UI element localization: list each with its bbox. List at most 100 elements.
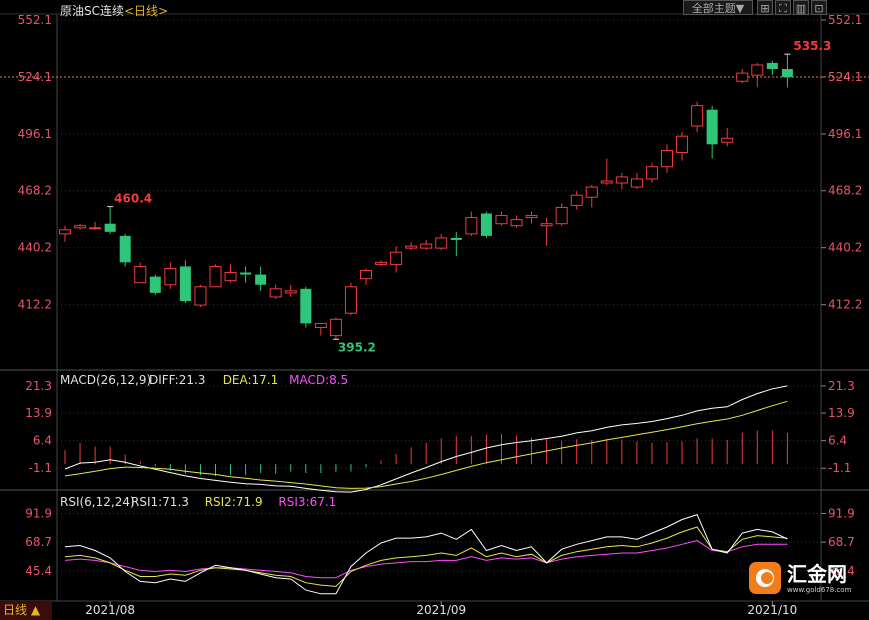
candle-body [149, 276, 161, 293]
candle-body [375, 261, 388, 265]
candle-body [104, 223, 116, 232]
candle-body [676, 135, 689, 153]
price-axis-label-right: 440.2 [828, 241, 862, 255]
low-label: 395.2 [338, 340, 376, 354]
macd-axis-label-left: 21.3 [25, 379, 52, 393]
candle-body [661, 149, 673, 168]
date-label: 2021/09 [416, 603, 466, 617]
date-label: 2021/10 [747, 603, 797, 617]
macd-legend-1: DEA:17.1 [223, 373, 279, 387]
macd-axis-label-left: -1.1 [29, 461, 52, 475]
last-high-label: 535.3 [793, 39, 831, 53]
macd-axis-label-right: -1.1 [828, 461, 851, 475]
settings-icon[interactable]: ⊡ [811, 0, 827, 15]
candle-body [465, 217, 478, 235]
logo: 汇金网 www.gold678.com [745, 560, 859, 598]
candle-body [194, 286, 207, 306]
candle-body [435, 237, 448, 249]
candle-body [450, 237, 462, 240]
rsi1-line [64, 513, 788, 595]
macd-axis-label-right: 13.9 [828, 406, 855, 420]
candle-body [525, 215, 538, 219]
candle-body [766, 62, 778, 70]
candle-body [570, 194, 583, 206]
price-axis-label-left: 552.1 [18, 13, 52, 27]
candle-body [209, 265, 222, 288]
price-axis-label-right: 412.2 [828, 298, 862, 312]
candle-body [691, 105, 704, 127]
diff-line [64, 385, 788, 493]
symbol-name: 原油SC连续 [60, 4, 124, 18]
candle-body [706, 109, 718, 145]
candle-body [420, 243, 433, 249]
logo-icon [749, 562, 781, 594]
candle-body [480, 213, 492, 236]
candle-body [360, 269, 372, 280]
rsi-axis-label-left: 91.9 [25, 506, 52, 520]
price-axis-label-left: 496.1 [18, 127, 52, 141]
price-axis-label-left: 440.2 [18, 241, 52, 255]
candle-body [134, 265, 147, 284]
candle-body [495, 215, 508, 225]
high-label: 460.4 [114, 192, 152, 206]
chart-type-icon[interactable]: ▥ [793, 0, 809, 15]
candle-body [89, 227, 102, 230]
candle-body [224, 272, 237, 282]
price-axis-label-left: 468.2 [18, 184, 52, 198]
candle-body [329, 318, 342, 337]
candle-body [59, 229, 71, 235]
candle-body [721, 137, 734, 143]
date-label: 2021/08 [85, 603, 135, 617]
candle-body [284, 290, 297, 294]
macd-legend-0: DIFF:21.3 [149, 373, 205, 387]
candle-body [119, 235, 131, 263]
candle-body [269, 288, 282, 298]
rsi-legend-1: RSI2:71.9 [205, 495, 263, 509]
candle-body [781, 69, 793, 78]
candle-body [630, 178, 643, 188]
price-axis-label-left: 412.2 [18, 298, 52, 312]
macd-axis-label-right: 6.4 [828, 434, 847, 448]
candle-body [645, 166, 658, 180]
price-axis-label-right: 496.1 [828, 127, 862, 141]
chart-canvas: 552.1552.1524.1524.1496.1496.1468.2468.2… [0, 13, 869, 617]
theme-button[interactable]: 全部主题▼ [683, 0, 753, 15]
candle-body [540, 223, 553, 227]
rsi-legend-2: RSI3:67.1 [278, 495, 336, 509]
candle-body [255, 274, 267, 285]
candle-body [390, 251, 403, 265]
rsi-axis-label-right: 91.9 [828, 506, 855, 520]
macd-axis-label-right: 21.3 [828, 379, 855, 393]
rsi-legend-0: RSI1:71.3 [131, 495, 189, 509]
candle-body [510, 219, 523, 227]
rsi-axis-label-left: 68.7 [25, 535, 52, 549]
candle-body [344, 286, 357, 314]
rsi3-line [64, 540, 788, 579]
logo-url: www.gold678.com [787, 586, 852, 594]
candle-body [405, 245, 418, 249]
candle-body [585, 186, 598, 198]
candle-body [751, 64, 764, 76]
price-axis-label-right: 468.2 [828, 184, 862, 198]
candle-body [300, 288, 312, 324]
candle-body [74, 225, 87, 229]
period-label: <日线> [124, 4, 169, 18]
candle-body [314, 322, 327, 328]
price-axis-label-right: 552.1 [828, 13, 862, 27]
chart-root: 552.1 552.1 524.1 524.1 496.1 496.1 468.2 468.2… [0, 0, 869, 620]
fullscreen-icon[interactable]: ⛶ [775, 0, 791, 15]
macd-axis-label-left: 13.9 [25, 406, 52, 420]
logo-text: 汇金网 [787, 562, 847, 586]
rsi-axis-label-right: 68.7 [828, 535, 855, 549]
symbol-title: 原油SC连续<日线> [60, 2, 168, 19]
candle-body [179, 266, 191, 302]
rsi-axis-label-left: 45.4 [25, 564, 52, 578]
candle-body [615, 176, 628, 184]
price-axis-label-left: 524.1 [18, 70, 52, 84]
macd-axis-label-left: 6.4 [33, 434, 52, 448]
rsi2-line [64, 526, 788, 587]
period-button[interactable]: 日线 ▲ [0, 601, 52, 620]
macd-legend-2: MACD:8.5 [289, 373, 348, 387]
grid-icon[interactable]: ⊞ [757, 0, 773, 15]
candle-body [240, 272, 252, 275]
